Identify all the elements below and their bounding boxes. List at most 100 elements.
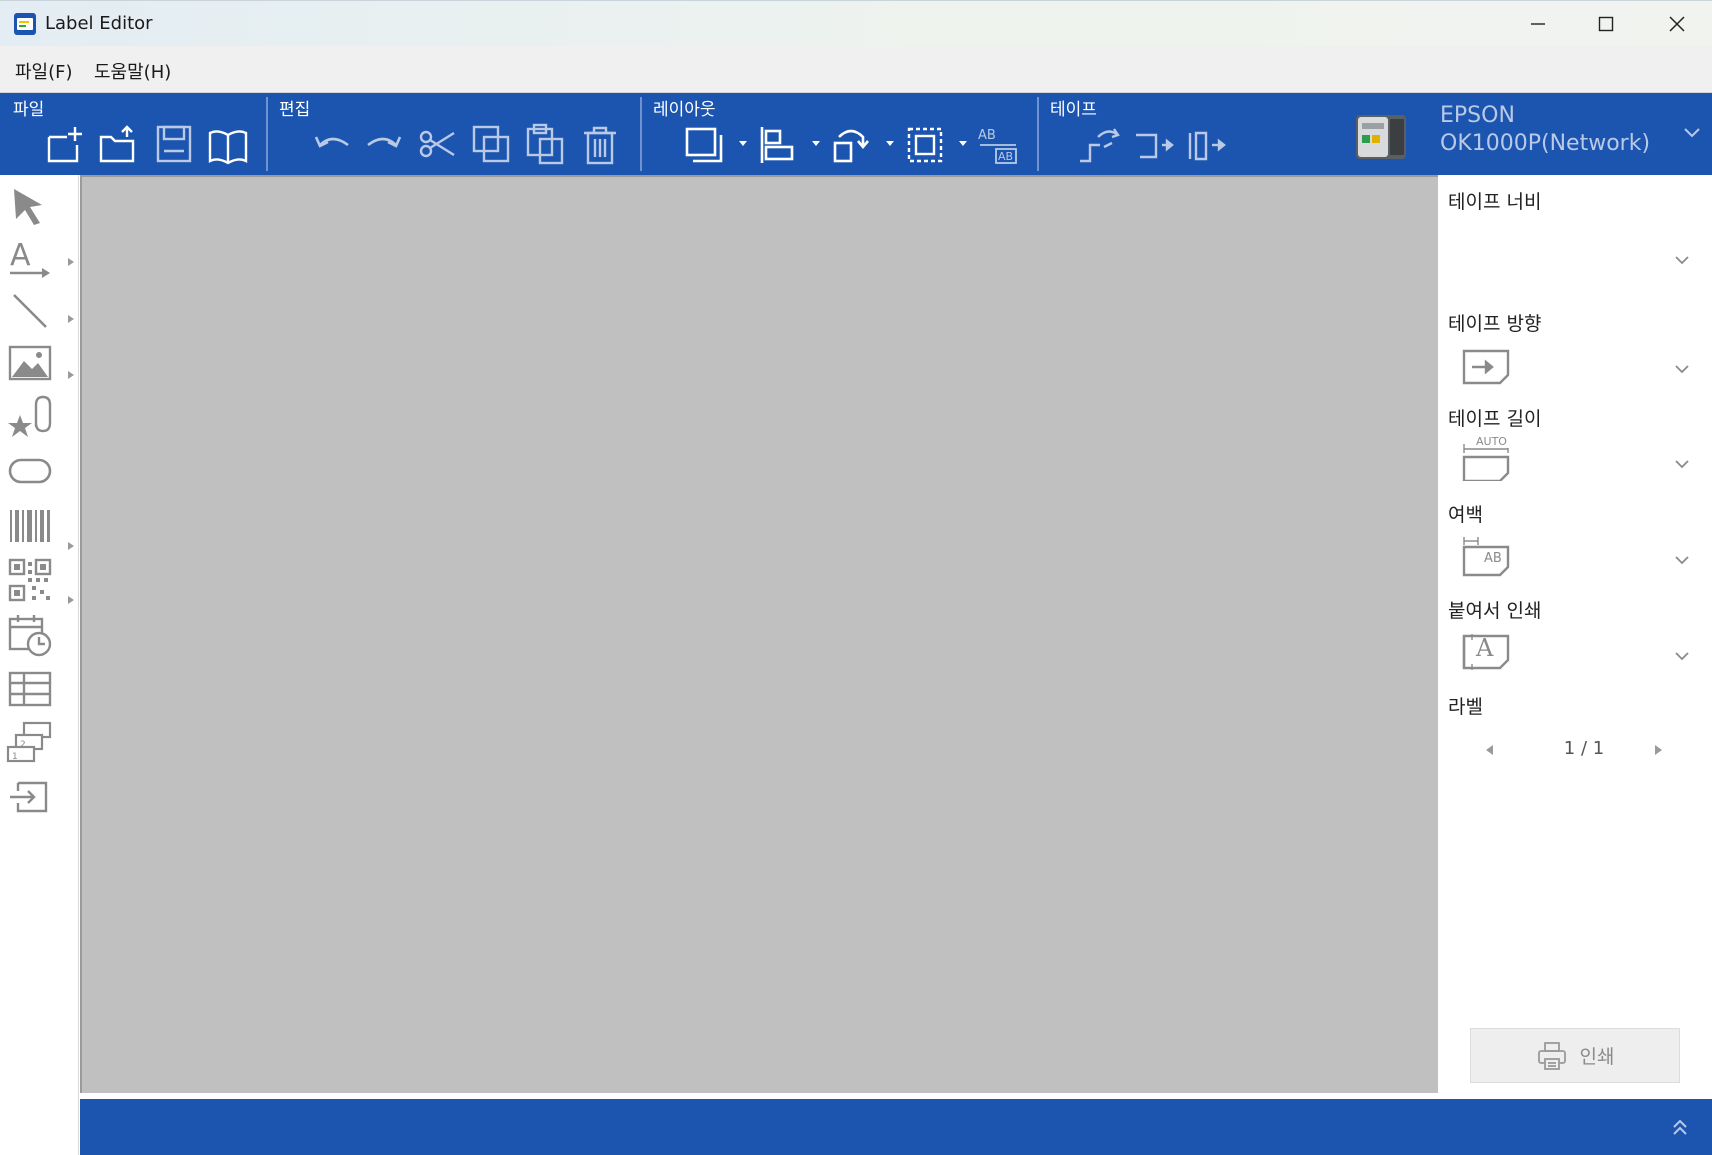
select-pointer-icon	[14, 189, 42, 225]
select-tool-button[interactable]	[6, 183, 54, 231]
ribbon-group-tape-label: 테이프	[1050, 100, 1097, 120]
printer-brand: EPSON	[1440, 103, 1515, 128]
clipart-tool-button[interactable]	[6, 393, 54, 441]
barcode-tool-expand-icon[interactable]	[68, 542, 74, 550]
shape-tool-icon	[8, 458, 52, 484]
label-pager: 1 / 1	[1438, 735, 1712, 765]
barcode-tool-button[interactable]	[6, 502, 54, 550]
table-tool-icon	[8, 671, 52, 707]
margin-selector[interactable]: AB	[1460, 533, 1512, 577]
delete-button[interactable]	[578, 123, 622, 167]
printer-model: OK1000P(Network)	[1440, 131, 1651, 156]
ribbon-separator	[1037, 97, 1039, 171]
new-label-button[interactable]	[43, 123, 87, 167]
open-button[interactable]	[97, 123, 141, 167]
text-fit-button[interactable]: AB AB	[976, 123, 1020, 167]
printer-device-icon	[1356, 115, 1406, 159]
maximize-button[interactable]	[1571, 1, 1641, 47]
frame-dropdown-icon[interactable]	[738, 140, 748, 148]
date-time-tool-button[interactable]	[6, 611, 54, 659]
catalog-button[interactable]	[206, 123, 250, 167]
tape-length-label: 테이프 길이	[1448, 408, 1542, 430]
import-tool-icon	[10, 781, 48, 813]
close-icon	[1669, 16, 1685, 32]
rotate-button[interactable]	[829, 123, 873, 167]
svg-text:1: 1	[12, 752, 18, 762]
shape-tool-button[interactable]	[6, 447, 54, 495]
continuous-print-label: 붙여서 인쇄	[1448, 600, 1542, 622]
line-tool-icon	[13, 294, 47, 328]
menu-help[interactable]: 도움말(H)	[94, 58, 171, 84]
window-title: Label Editor	[45, 13, 153, 34]
fit-dropdown-icon[interactable]	[958, 140, 968, 148]
tape-length-dropdown-icon[interactable]	[1674, 459, 1690, 469]
save-button[interactable]	[152, 123, 196, 167]
paste-icon	[526, 123, 564, 165]
label-canvas[interactable]	[80, 175, 1438, 1093]
svg-text:AB: AB	[998, 150, 1013, 163]
frame-button[interactable]	[683, 123, 727, 167]
line-tool-button[interactable]	[6, 287, 54, 335]
image-tool-expand-icon[interactable]	[68, 371, 74, 379]
tape-feed-icon	[1080, 128, 1120, 163]
copy-button[interactable]	[470, 123, 514, 167]
chevron-down-icon[interactable]	[1682, 125, 1702, 141]
serial-number-tool-button[interactable]: 1 2	[6, 719, 54, 767]
image-tool-button[interactable]	[6, 339, 54, 387]
tape-direction-label: 테이프 방향	[1448, 313, 1542, 335]
align-button[interactable]	[756, 123, 800, 167]
print-button[interactable]: 인쇄	[1470, 1028, 1680, 1083]
margin-dropdown-icon[interactable]	[1674, 555, 1690, 565]
previous-label-icon[interactable]	[1484, 744, 1494, 756]
menu-file[interactable]: 파일(F)	[15, 58, 73, 84]
align-dropdown-icon[interactable]	[811, 140, 821, 148]
tape-direction-icon[interactable]	[1460, 345, 1512, 389]
tape-cut-button[interactable]	[1132, 123, 1176, 167]
ribbon-separator	[266, 97, 268, 171]
rotate-dropdown-icon[interactable]	[885, 140, 895, 148]
continuous-print-selector[interactable]: A	[1460, 630, 1512, 674]
double-chevron-up-icon[interactable]	[1670, 1117, 1690, 1137]
ribbon-toolbar: 파일 편집 레이아웃 AB AB 테이프 EPSON OK1000P(Netwo…	[0, 93, 1712, 175]
qrcode-tool-button[interactable]	[6, 556, 54, 604]
undo-icon	[314, 136, 349, 148]
catalog-book-icon	[208, 130, 248, 165]
paste-button[interactable]	[524, 123, 568, 167]
fit-button[interactable]	[903, 123, 947, 167]
ribbon-group-layout-label: 레이아웃	[653, 100, 716, 120]
tape-direction-dropdown-icon[interactable]	[1674, 364, 1690, 374]
text-tool-button[interactable]: A	[6, 235, 54, 283]
table-tool-button[interactable]	[6, 665, 54, 713]
undo-button[interactable]	[310, 123, 354, 167]
label-page-indicator: 1 / 1	[1563, 738, 1605, 759]
tape-width-dropdown-icon[interactable]	[1674, 255, 1690, 265]
serial-number-tool-icon: 1 2	[6, 721, 52, 763]
line-tool-expand-icon[interactable]	[68, 315, 74, 323]
date-time-tool-icon	[8, 615, 52, 657]
import-tool-button[interactable]	[6, 773, 54, 821]
minimize-button[interactable]	[1503, 1, 1573, 47]
frame-icon	[685, 127, 723, 163]
redo-button[interactable]	[362, 123, 406, 167]
tape-length-selector[interactable]: AUTO	[1460, 435, 1512, 483]
rotate-icon	[833, 129, 869, 163]
text-tool-expand-icon[interactable]	[68, 258, 74, 266]
next-label-icon[interactable]	[1654, 744, 1664, 756]
qrcode-tool-expand-icon[interactable]	[68, 596, 74, 604]
menu-bar: 파일(F) 도움말(H)	[0, 46, 1712, 93]
barcode-tool-icon	[10, 510, 50, 542]
close-button[interactable]	[1642, 1, 1712, 47]
tool-palette: A 1 2	[0, 175, 79, 1155]
qrcode-tool-icon	[8, 558, 52, 602]
half-cut-button[interactable]	[1186, 123, 1230, 167]
tape-cut-icon	[1136, 133, 1174, 159]
ribbon-group-edit-label: 편집	[279, 100, 311, 120]
status-bar	[80, 1099, 1712, 1155]
copy-icon	[472, 125, 510, 163]
redo-icon	[367, 136, 402, 148]
cut-button[interactable]	[416, 123, 460, 167]
continuous-print-icon-text: A	[1476, 634, 1494, 662]
ribbon-group-file-label: 파일	[13, 100, 45, 120]
tape-feed-button[interactable]	[1078, 123, 1122, 167]
continuous-print-dropdown-icon[interactable]	[1674, 651, 1690, 661]
